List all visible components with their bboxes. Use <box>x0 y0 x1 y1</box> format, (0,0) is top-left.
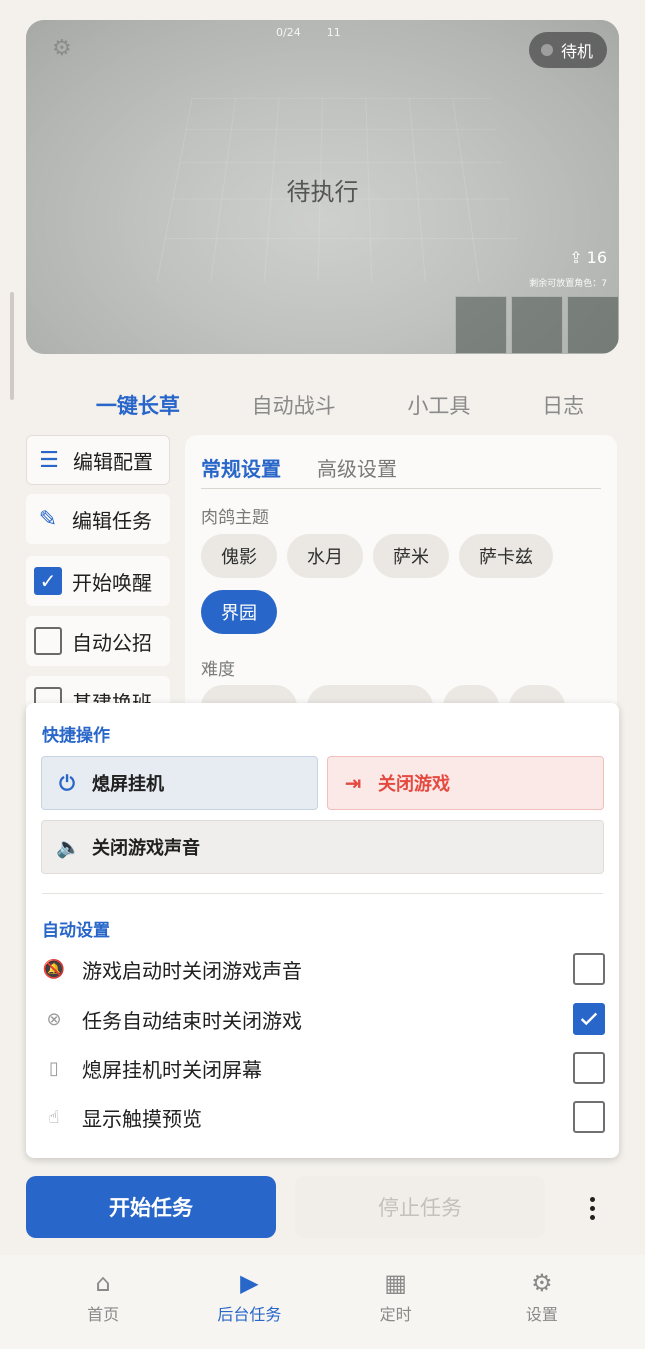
task-label: 自动公招 <box>72 630 152 655</box>
task-checkbox[interactable] <box>34 627 62 655</box>
operator-card <box>511 296 563 354</box>
edit-tasks-button[interactable]: ✎ 编辑任务 <box>26 494 170 544</box>
main-tabs: 一键长草 自动战斗 小工具 日志 <box>60 386 620 424</box>
phone-icon: ▯ <box>49 1057 59 1079</box>
edit-tasks-label: 编辑任务 <box>72 508 152 533</box>
theme-chip[interactable]: 水月 <box>287 534 363 578</box>
deploy-count: 16 <box>586 248 607 267</box>
close-circle-icon: ⊗ <box>46 1008 62 1030</box>
start-task-button[interactable]: 开始任务 <box>26 1176 276 1238</box>
setting-checkbox[interactable] <box>573 1052 605 1084</box>
edit-config-button[interactable]: ☰ 编辑配置 <box>26 435 170 485</box>
settings-subtabs: 常规设置 高级设置 <box>201 453 601 489</box>
setting-checkbox[interactable] <box>573 1003 605 1035</box>
task-checkbox[interactable]: ✓ <box>34 567 62 595</box>
preview-center-text: 待执行 <box>286 178 359 206</box>
nav-label: 后台任务 <box>217 1305 282 1324</box>
theme-chip[interactable]: 傀影 <box>201 534 277 578</box>
nav-item-schedule[interactable]: ▦ 定时 <box>351 1269 441 1349</box>
status-badge: 待机 <box>528 32 607 68</box>
deploy-icon: ⇪ <box>569 248 583 267</box>
home-icon: ⌂ <box>95 1269 111 1297</box>
deploy-counter: ⇪ 16 <box>569 248 607 267</box>
nav-label: 设置 <box>525 1305 558 1324</box>
exit-icon: ⇥ <box>344 771 362 795</box>
settings-panel: 常规设置 高级设置 肉鸽主题 傀影 水月 萨米 萨卡兹 界园 难度 <box>185 435 617 715</box>
mute-game-button[interactable]: 🔈 关闭游戏声音 <box>41 820 604 874</box>
nav-item-background-tasks[interactable]: ▶ 后台任务 <box>204 1269 294 1349</box>
tab-one-click[interactable]: 一键长草 <box>96 386 180 424</box>
task-item-wakeup[interactable]: ✓ 开始唤醒 <box>26 556 170 606</box>
status-text: 待机 <box>560 42 593 61</box>
setting-label: 熄屏挂机时关闭屏幕 <box>82 1057 262 1082</box>
setting-label: 显示触摸预览 <box>82 1106 202 1131</box>
theme-chip[interactable]: 萨米 <box>373 534 449 578</box>
tab-tools[interactable]: 小工具 <box>407 386 470 424</box>
nav-item-home[interactable]: ⌂ 首页 <box>58 1269 148 1349</box>
divider <box>42 893 603 894</box>
difficulty-label: 难度 <box>201 660 235 680</box>
operator-card <box>455 296 507 354</box>
check-icon <box>580 1012 598 1026</box>
status-dot-icon <box>540 44 553 56</box>
bell-off-icon: 🔕 <box>42 958 66 980</box>
mute-game-label: 关闭游戏声音 <box>92 838 200 859</box>
game-preview[interactable]: ⚙ 0/24 11 待机 待执行 ⇪ 16 剩余可放置角色：7 <box>26 20 619 354</box>
close-game-label: 关闭游戏 <box>378 774 450 795</box>
setting-label: 任务自动结束时关闭游戏 <box>82 1008 302 1033</box>
tab-general-settings[interactable]: 常规设置 <box>201 453 281 488</box>
play-icon: ▶ <box>240 1269 259 1297</box>
scroll-indicator[interactable] <box>10 292 14 400</box>
theme-label: 肉鸽主题 <box>201 508 269 528</box>
power-icon: ⏻ <box>59 771 75 795</box>
task-label: 开始唤醒 <box>72 570 152 595</box>
tab-log[interactable]: 日志 <box>542 386 584 424</box>
edit-config-label: 编辑配置 <box>73 449 153 474</box>
pencil-icon: ✎ <box>38 506 58 532</box>
hud-counter: 0/24 <box>276 26 301 39</box>
quick-ops-heading: 快捷操作 <box>42 726 110 746</box>
calendar-icon: ▦ <box>384 1269 407 1297</box>
setting-row-mute-on-start[interactable]: 🔕 游戏启动时关闭游戏声音 <box>42 949 605 989</box>
setting-row-close-on-finish[interactable]: ⊗ 任务自动结束时关闭游戏 <box>42 999 605 1039</box>
tab-advanced-settings[interactable]: 高级设置 <box>317 453 397 488</box>
auto-settings-heading: 自动设置 <box>42 921 110 941</box>
list-icon: ☰ <box>39 447 59 473</box>
quick-ops-popup: 快捷操作 ⏻ 熄屏挂机 ⇥ 关闭游戏 🔈 关闭游戏声音 自动设置 🔕 游戏启动时… <box>26 703 619 1158</box>
setting-row-touch-preview[interactable]: ☝ 显示触摸预览 <box>42 1097 605 1137</box>
stop-task-button[interactable]: 停止任务 <box>295 1176 545 1238</box>
setting-checkbox[interactable] <box>573 1101 605 1133</box>
operator-cards <box>455 296 619 354</box>
setting-checkbox[interactable] <box>573 953 605 985</box>
operator-card <box>567 296 619 354</box>
setting-row-screen-off[interactable]: ▯ 熄屏挂机时关闭屏幕 <box>42 1048 605 1088</box>
preview-hud: 0/24 11 <box>276 26 341 39</box>
hud-life: 11 <box>326 26 341 39</box>
nav-item-settings[interactable]: ⚙ 设置 <box>497 1269 587 1349</box>
setting-label: 游戏启动时关闭游戏声音 <box>82 958 302 983</box>
nav-label: 定时 <box>379 1305 412 1324</box>
nav-label: 首页 <box>87 1305 120 1324</box>
more-options-icon[interactable] <box>578 1190 606 1226</box>
bottom-nav: ⌂ 首页 ▶ 后台任务 ▦ 定时 ⚙ 设置 <box>0 1255 645 1349</box>
tab-auto-battle[interactable]: 自动战斗 <box>252 386 336 424</box>
theme-chip[interactable]: 萨卡兹 <box>459 534 553 578</box>
speaker-icon: 🔈 <box>56 835 81 859</box>
screen-off-button[interactable]: ⏻ 熄屏挂机 <box>41 756 318 810</box>
theme-chip-selected[interactable]: 界园 <box>201 590 277 634</box>
touch-icon: ☝ <box>48 1106 60 1128</box>
remain-text: 剩余可放置角色：7 <box>529 279 607 289</box>
close-game-button[interactable]: ⇥ 关闭游戏 <box>327 756 604 810</box>
preview-gear-icon: ⚙ <box>52 36 72 61</box>
screen-off-label: 熄屏挂机 <box>92 774 164 795</box>
gear-icon: ⚙ <box>531 1269 553 1297</box>
task-item-recruit[interactable]: 自动公招 <box>26 616 170 666</box>
